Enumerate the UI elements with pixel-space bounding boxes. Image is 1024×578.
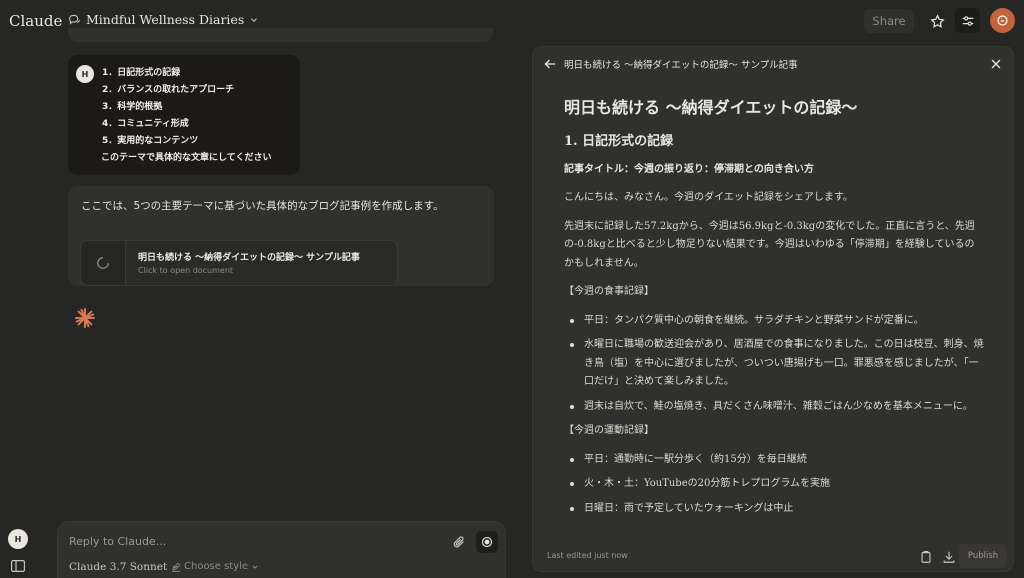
section-heading: 1. 日記形式の記録 [564, 134, 674, 149]
claude-spark-icon [75, 308, 95, 328]
conversation-title-text: Mindful Wellness Diaries [86, 12, 245, 27]
settings-button[interactable] [955, 8, 980, 33]
reply-input[interactable]: Reply to Claude... [69, 535, 166, 548]
article-title: 記事タイトル：今週の振り返り：停滞期との向き合い方 [564, 164, 814, 175]
sliders-icon [962, 15, 973, 26]
meal-list: 平日：タンパク質中心の朝食を継続。サラダチキンと野菜サンドが定番に。 水曜日に職… [564, 312, 984, 417]
chat-bubbles-icon [69, 14, 80, 25]
chevron-down-icon [252, 565, 258, 569]
user-message-line: 2．バランスの取れたアプローチ [102, 85, 235, 95]
model-name: Claude 3.7 Sonnet [69, 561, 168, 573]
artifact-header-title: 明日も続ける ～納得ダイエットの記録～ サンプル記事 [564, 60, 798, 71]
exercise-heading: 【今週の運動記録】 [564, 425, 654, 436]
share-button[interactable]: Share [864, 9, 914, 33]
style-label: Choose style [184, 561, 249, 572]
exercise-list: 平日：通勤時に一駅分歩く（約15分）を毎日継続 火・木・土：YouTubeの20… [564, 451, 984, 519]
paragraph: こんにちは、みなさん。今週のダイエット記録をシェアします。 [564, 192, 853, 203]
loading-spinner-icon [97, 257, 109, 269]
close-icon[interactable] [990, 58, 1002, 70]
style-selector[interactable]: Choose style [171, 561, 259, 572]
artifact-content: 明日も続ける ～納得ダイエットの記録～ 1. 日記形式の記録 記事タイトル：今週… [564, 97, 984, 524]
meal-heading: 【今週の食事記録】 [564, 286, 654, 297]
user-message-line: 4．コミュニティ形成 [102, 119, 189, 129]
user-message-line: 3．科学的根拠 [102, 102, 163, 112]
app-logo[interactable]: Claude [9, 12, 62, 30]
document-thumbnail [81, 241, 126, 285]
user-message-line: このテーマで具体的な文章にしてください [101, 153, 272, 163]
assistant-message-text: ここでは、5つの主要テーマに基づいた具体的なブログ記事例を作成します。 [81, 200, 444, 212]
document-card[interactable]: 明日も続ける ～納得ダイエットの記録～ サンプル記事 Click to open… [80, 240, 398, 286]
user-avatar: H [76, 65, 94, 83]
list-item: 平日：通勤時に一駅分歩く（約15分）を毎日継続 [564, 451, 984, 470]
download-icon[interactable] [942, 550, 956, 564]
star-button[interactable] [926, 9, 948, 33]
chevron-down-icon [251, 17, 258, 22]
user-message-line: 5．実用的なコンテンツ [102, 136, 199, 146]
document-card-title: 明日も続ける ～納得ダイエットの記録～ サンプル記事 [138, 253, 360, 263]
user-message-line: 1．日記形式の記録 [102, 68, 181, 78]
list-item: 週末は自炊で、鮭の塩焼き、具だくさん味噌汁、雑穀ごはん少なめを基本メニューに。 [564, 398, 984, 417]
attach-button[interactable] [450, 533, 468, 551]
list-item: 日曜日：雨で予定していたウォーキングは中止 [564, 500, 984, 519]
user-message: H 1．日記形式の記録 2．バランスの取れたアプローチ 3．科学的根拠 4．コミ… [68, 55, 300, 175]
list-item: 火・木・土：YouTubeの20分筋トレプログラムを実施 [564, 475, 984, 494]
artifact-header: 明日も続ける ～納得ダイエットの記録～ サンプル記事 [533, 47, 1013, 81]
document-card-subtitle: Click to open document [138, 266, 234, 275]
pen-icon [172, 562, 181, 572]
sidebar-user-avatar[interactable]: H [8, 529, 28, 549]
previous-message [68, 28, 493, 42]
artifact-footer: Last edited just now Publish [533, 541, 1013, 571]
conversation-title[interactable]: Mindful Wellness Diaries [68, 12, 259, 27]
paperclip-icon [453, 536, 464, 548]
user-avatar-icon [997, 15, 1008, 26]
voice-mode-button[interactable] [476, 531, 498, 553]
back-arrow-icon[interactable] [544, 58, 556, 70]
paragraph: 先週末に記録した57.2kgから、今週は56.9kgと-0.3kgの変化でした。… [564, 220, 975, 269]
copy-icon[interactable] [919, 550, 933, 564]
list-item: 水曜日に職場の歓送迎会があり、居酒屋での食事になりました。この日は枝豆、刺身、焼… [564, 336, 984, 392]
last-edited-label: Last edited just now [547, 551, 628, 560]
star-icon [929, 13, 945, 28]
record-icon [481, 536, 493, 548]
sidebar-toggle-icon[interactable] [11, 560, 25, 572]
message-composer: Reply to Claude... Claude 3.7 Sonnet Cho… [57, 521, 506, 578]
artifact-heading: 明日も続ける ～納得ダイエットの記録～ [564, 98, 858, 117]
model-selector[interactable]: Claude 3.7 Sonnet [69, 561, 179, 573]
artifact-panel: 明日も続ける ～納得ダイエットの記録～ サンプル記事 明日も続ける ～納得ダイエ… [532, 46, 1014, 572]
user-menu-button[interactable] [990, 8, 1015, 33]
publish-button[interactable]: Publish [959, 544, 1007, 568]
list-item: 平日：タンパク質中心の朝食を継続。サラダチキンと野菜サンドが定番に。 [564, 312, 984, 331]
assistant-message: ここでは、5つの主要テーマに基づいた具体的なブログ記事例を作成します。 明日も続… [68, 186, 494, 286]
